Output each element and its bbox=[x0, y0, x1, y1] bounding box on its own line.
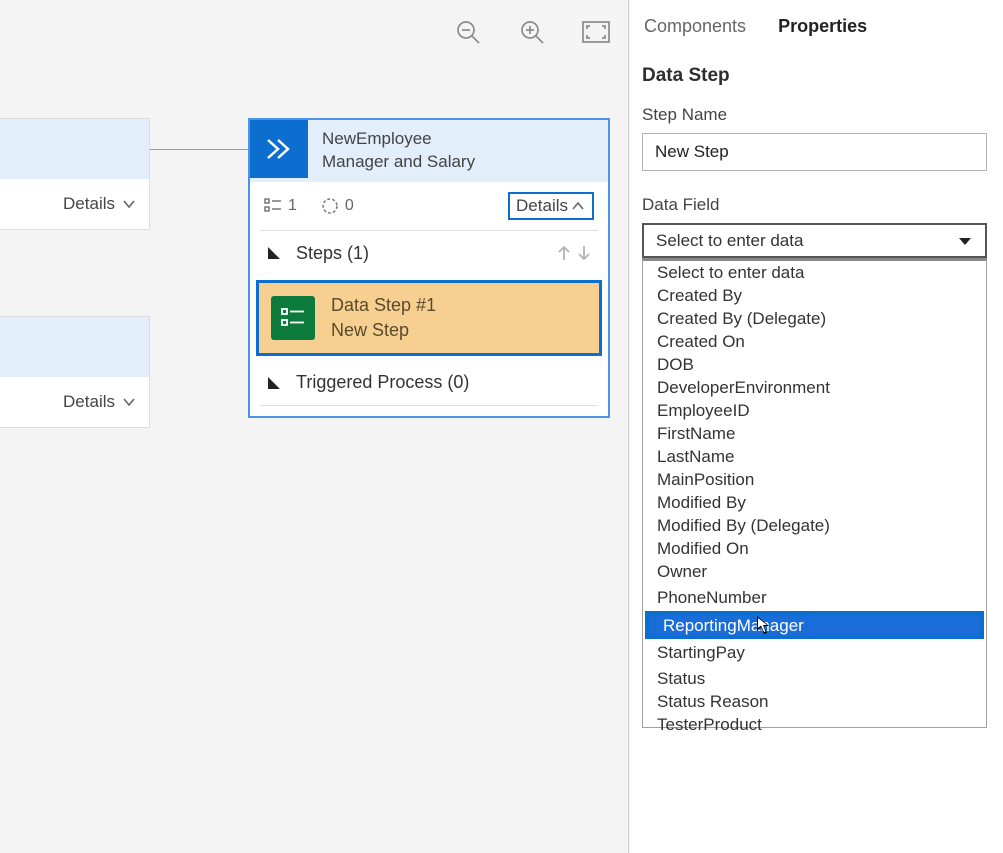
dropdown-option[interactable]: ReportingManager bbox=[646, 612, 983, 638]
stage-title-line2: Manager and Salary bbox=[322, 151, 475, 174]
reorder-arrows[interactable] bbox=[556, 244, 592, 262]
data-step-icon bbox=[271, 296, 315, 340]
chevron-down-icon bbox=[121, 196, 137, 212]
triggered-label: Triggered Process (0) bbox=[296, 372, 469, 393]
step-name-input[interactable] bbox=[642, 133, 987, 171]
stage-card-partial-2[interactable]: Details bbox=[0, 316, 150, 428]
stage-card-active[interactable]: NewEmployee Manager and Salary 1 0 bbox=[248, 118, 610, 418]
dropdown-option[interactable]: Created By (Delegate) bbox=[643, 307, 986, 330]
select-display: Select to enter data bbox=[656, 231, 803, 251]
canvas-toolbar bbox=[454, 18, 610, 46]
stage-card-partial-1[interactable]: Details bbox=[0, 118, 150, 230]
dropdown-option[interactable]: Modified By (Delegate) bbox=[643, 514, 986, 537]
chevron-down-icon bbox=[957, 233, 973, 249]
chevron-up-icon bbox=[570, 198, 586, 214]
data-step-text: Data Step #1 New Step bbox=[331, 293, 436, 343]
data-field-dropdown[interactable]: Select to enter dataCreated ByCreated By… bbox=[642, 258, 987, 728]
stage-title-line1: NewEmployee bbox=[322, 128, 475, 151]
dropdown-option[interactable]: Created By bbox=[643, 284, 986, 307]
dropdown-option[interactable]: StartingPay bbox=[643, 638, 986, 667]
stage-steps-count: 1 bbox=[264, 197, 297, 215]
dropdown-option[interactable]: EmployeeID bbox=[643, 399, 986, 422]
chevron-down-icon bbox=[121, 394, 137, 410]
zoom-in-icon[interactable] bbox=[518, 18, 546, 46]
zoom-out-icon[interactable] bbox=[454, 18, 482, 46]
properties-panel: Components Properties Data Step Step Nam… bbox=[630, 0, 1003, 853]
panel-heading: Data Step bbox=[642, 65, 991, 87]
dropdown-option[interactable]: TesterProduct bbox=[643, 713, 986, 736]
dropdown-option[interactable]: Modified By bbox=[643, 491, 986, 514]
dropdown-option[interactable]: FirstName bbox=[643, 422, 986, 445]
stage-header: NewEmployee Manager and Salary bbox=[250, 120, 608, 182]
data-field-select[interactable]: Select to enter data bbox=[642, 223, 987, 258]
steps-section-header[interactable]: Steps (1) bbox=[250, 231, 608, 276]
dropdown-option[interactable]: DOB bbox=[643, 353, 986, 376]
collapse-triangle-icon bbox=[266, 245, 282, 261]
panel-tabs: Components Properties bbox=[630, 10, 1003, 43]
stage-header-partial bbox=[0, 317, 149, 377]
stage-connector bbox=[150, 149, 248, 150]
tab-components[interactable]: Components bbox=[642, 10, 748, 43]
dropdown-option[interactable]: Owner bbox=[643, 560, 986, 583]
dropdown-option[interactable]: Select to enter data bbox=[643, 261, 986, 284]
dropdown-option[interactable]: Modified On bbox=[643, 537, 986, 560]
dropdown-option[interactable]: MainPosition bbox=[643, 468, 986, 491]
stage-header-partial bbox=[0, 119, 149, 179]
steps-label: Steps (1) bbox=[296, 243, 369, 264]
details-toggle-active[interactable]: Details bbox=[508, 192, 594, 220]
details-toggle[interactable]: Details bbox=[0, 179, 149, 229]
spacer bbox=[250, 406, 608, 416]
stage-process-count: 0 bbox=[321, 197, 354, 215]
triggered-process-section-header[interactable]: Triggered Process (0) bbox=[250, 360, 608, 405]
stage-title: NewEmployee Manager and Salary bbox=[308, 120, 489, 182]
dropdown-option[interactable]: PhoneNumber bbox=[643, 583, 986, 612]
data-step-subtitle: New Step bbox=[331, 318, 436, 343]
step-name-label: Step Name bbox=[642, 105, 991, 125]
cycle-icon bbox=[321, 197, 339, 215]
details-label: Details bbox=[63, 194, 115, 214]
details-toggle[interactable]: Details bbox=[0, 377, 149, 427]
list-icon bbox=[264, 198, 282, 214]
arrow-up-icon[interactable] bbox=[556, 244, 572, 262]
data-field-label: Data Field bbox=[642, 195, 991, 215]
dropdown-option[interactable]: Status bbox=[643, 667, 986, 690]
data-step-title: Data Step #1 bbox=[331, 293, 436, 318]
tab-properties[interactable]: Properties bbox=[776, 10, 869, 43]
details-label: Details bbox=[63, 392, 115, 412]
collapse-triangle-icon bbox=[266, 375, 282, 391]
dropdown-option[interactable]: LastName bbox=[643, 445, 986, 468]
arrow-down-icon[interactable] bbox=[576, 244, 592, 262]
stage-chevron-icon bbox=[250, 120, 308, 178]
details-label: Details bbox=[516, 196, 568, 216]
dropdown-option[interactable]: DeveloperEnvironment bbox=[643, 376, 986, 399]
dropdown-option[interactable]: Status Reason bbox=[643, 690, 986, 713]
data-step-row-selected[interactable]: Data Step #1 New Step bbox=[256, 280, 602, 356]
fit-screen-icon[interactable] bbox=[582, 18, 610, 46]
dropdown-option[interactable]: Created On bbox=[643, 330, 986, 353]
workflow-canvas[interactable]: Details Details NewEmployee Manager and … bbox=[0, 0, 629, 853]
stage-meta-row: 1 0 Details bbox=[250, 182, 608, 230]
